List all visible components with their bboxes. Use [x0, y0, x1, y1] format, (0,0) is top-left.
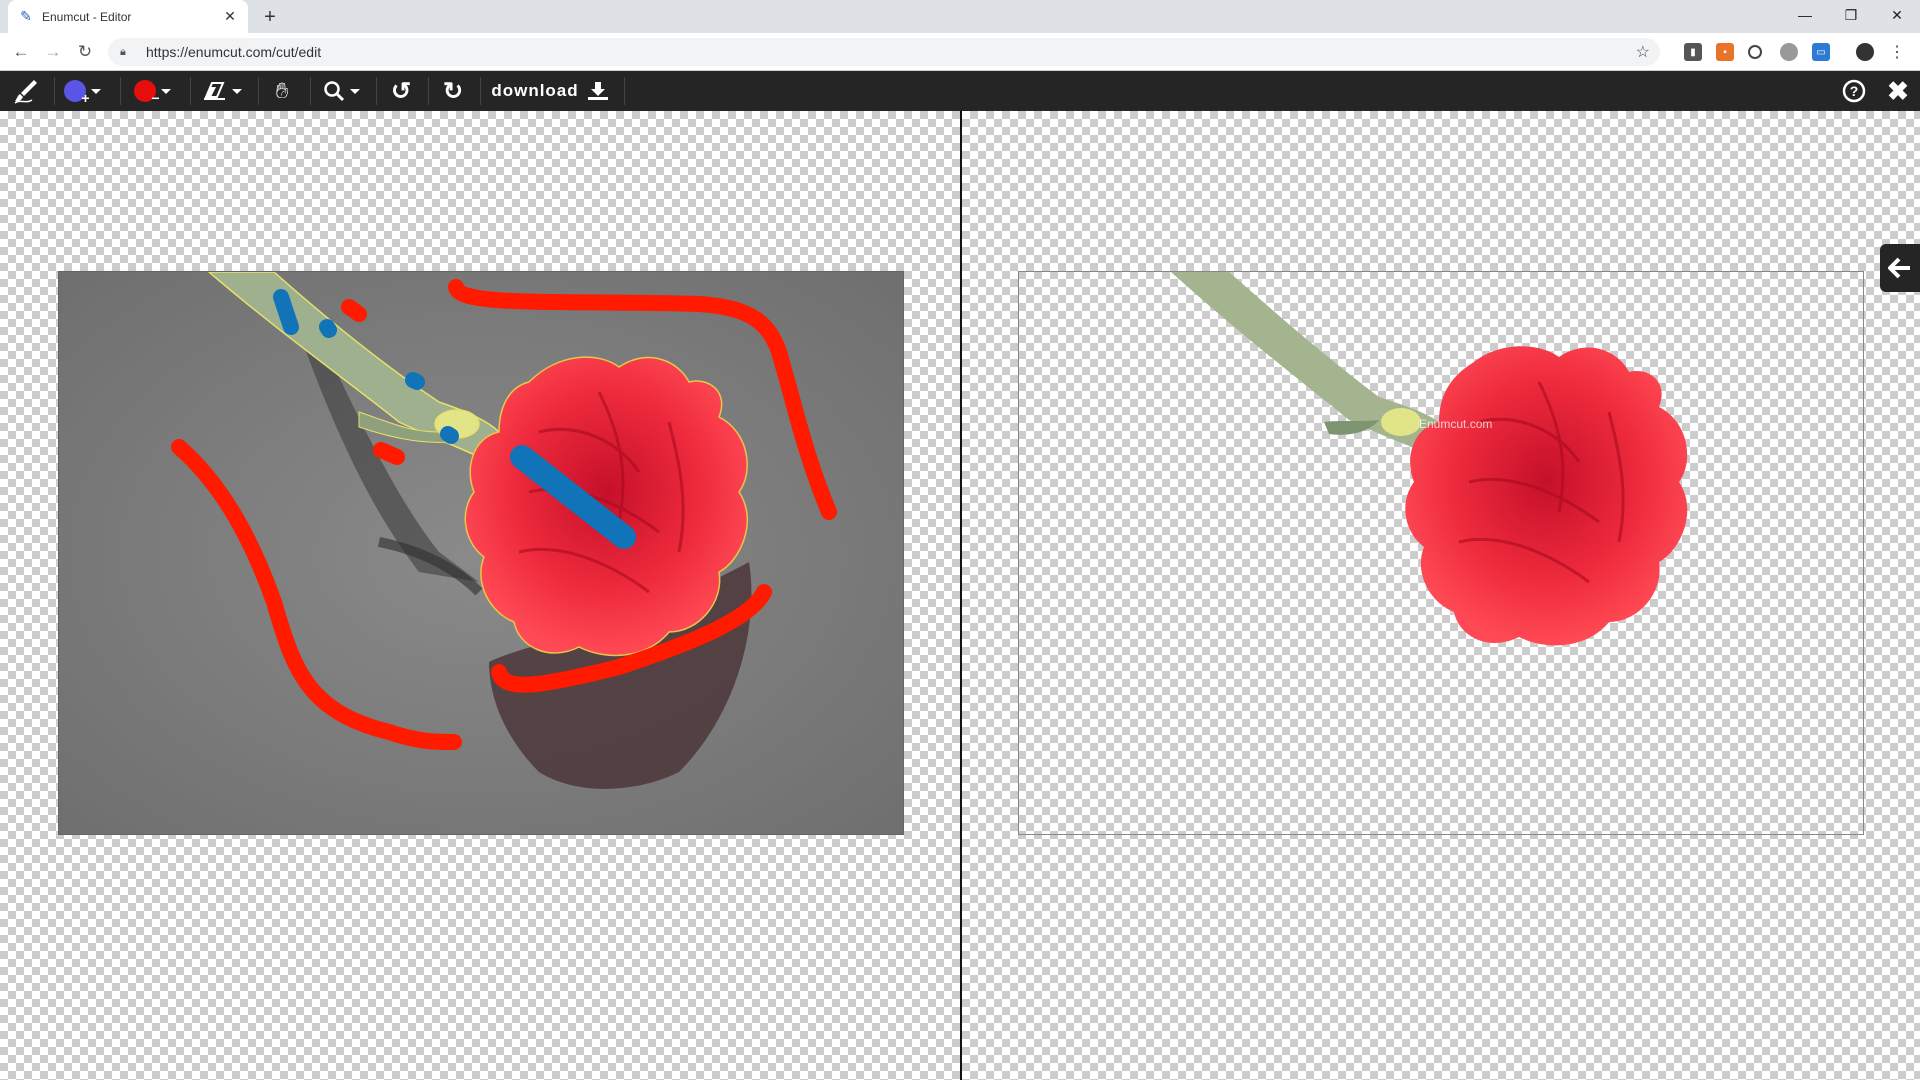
reload-button[interactable]: ↻	[73, 40, 97, 64]
zoom-button[interactable]	[318, 71, 364, 111]
toolbar-separator	[480, 77, 481, 105]
close-icon[interactable]: ✖	[1880, 71, 1916, 111]
help-icon[interactable]: ?	[1836, 71, 1872, 111]
collapse-panel-button[interactable]	[1880, 244, 1920, 292]
eraser-icon	[203, 82, 225, 100]
chevron-down-icon	[349, 88, 360, 94]
toolbar-separator	[54, 77, 55, 105]
chevron-down-icon	[231, 88, 242, 94]
zoom-icon	[323, 81, 344, 102]
source-image[interactable]	[58, 271, 904, 835]
download-icon	[587, 82, 608, 100]
toolbar-separator	[258, 77, 259, 105]
toolbar-separator	[190, 77, 191, 105]
browser-menu-icon[interactable]: ⋮	[1888, 43, 1906, 61]
lock-icon: 🔒︎	[120, 45, 126, 58]
svg-text:?: ?	[1850, 83, 1859, 99]
arrow-left-icon	[1888, 257, 1910, 279]
url-text: https://enumcut.com/cut/edit	[146, 44, 322, 60]
extension-1-icon[interactable]: ▮	[1684, 43, 1702, 61]
add-foreground-icon: +	[63, 80, 90, 106]
toolbar-separator	[376, 77, 377, 105]
tab-title: Enumcut - Editor	[42, 9, 132, 24]
eraser-button[interactable]	[198, 71, 246, 111]
toolbar-separator	[624, 77, 625, 105]
extension-3-icon[interactable]	[1748, 45, 1762, 59]
add-background-icon: −	[133, 80, 160, 106]
enumcut-favicon-icon: ✎	[20, 8, 32, 24]
download-label: download	[491, 81, 579, 100]
redo-icon[interactable]: ↻	[436, 71, 470, 111]
extension-4-icon[interactable]	[1780, 43, 1798, 61]
extension-5-icon[interactable]: ▭	[1812, 43, 1830, 61]
new-tab-button[interactable]: +	[258, 5, 282, 29]
source-canvas-panel[interactable]	[0, 111, 960, 1080]
undo-icon[interactable]: ↺	[384, 71, 418, 111]
cutout-result-image: Enumcut.com	[1171, 272, 1688, 646]
hand-pan-icon[interactable]: ✋︎	[264, 71, 300, 111]
forward-button[interactable]: →	[41, 40, 65, 64]
browser-address-row: ← → ↻ 🔒︎ https://enumcut.com/cut/edit ☆ …	[0, 33, 1920, 71]
toolbar-separator	[120, 77, 121, 105]
bookmark-star-icon[interactable]: ☆	[1636, 42, 1650, 62]
restore-window-button[interactable]: ❐	[1828, 0, 1874, 30]
browser-tab[interactable]: ✎ Enumcut - Editor ✕	[8, 0, 248, 33]
brush-logo-icon[interactable]	[6, 71, 46, 111]
tab-close-icon[interactable]: ✕	[222, 8, 238, 25]
browser-tab-strip: ✎ Enumcut - Editor ✕ + — ❐ ✕	[0, 0, 1920, 33]
close-window-button[interactable]: ✕	[1874, 0, 1920, 30]
chevron-down-icon	[90, 88, 101, 94]
profile-avatar[interactable]	[1856, 43, 1874, 61]
toolbar-separator	[428, 77, 429, 105]
address-bar[interactable]: 🔒︎ https://enumcut.com/cut/edit ☆	[108, 38, 1660, 66]
add-foreground-button[interactable]: +	[58, 71, 106, 111]
minimize-window-button[interactable]: —	[1782, 0, 1828, 30]
add-background-button[interactable]: −	[128, 71, 176, 111]
watermark-text: Enumcut.com	[1419, 417, 1492, 431]
result-image-frame: Enumcut.com	[1018, 271, 1864, 835]
chevron-down-icon	[160, 88, 171, 94]
result-preview-panel[interactable]: Enumcut.com	[962, 111, 1920, 1080]
extension-2-icon[interactable]: ▪	[1716, 43, 1734, 61]
toolbar-separator	[310, 77, 311, 105]
back-button[interactable]: ←	[9, 40, 33, 64]
download-button[interactable]: download	[488, 71, 612, 111]
editor-toolbar: + − ✋︎ ↺ ↻ download ? ✖	[0, 71, 1920, 111]
